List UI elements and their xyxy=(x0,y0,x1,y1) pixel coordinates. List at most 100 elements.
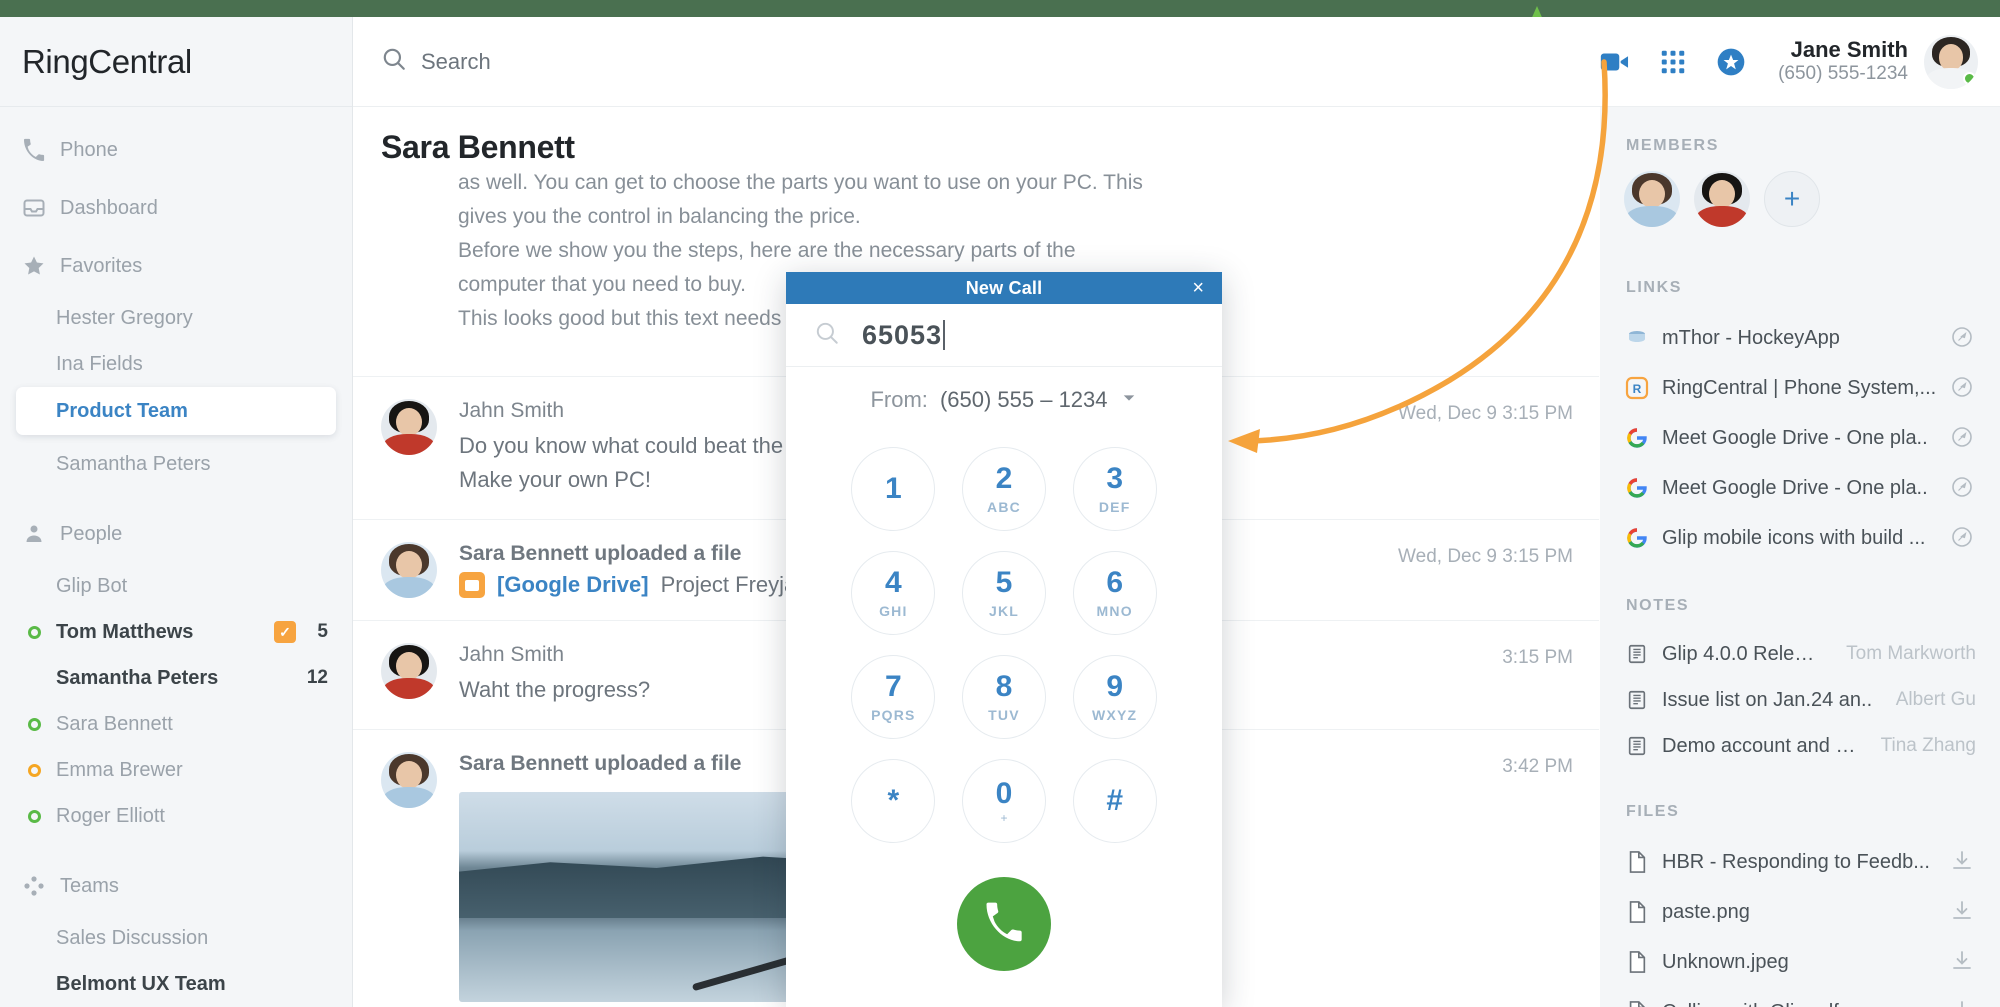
plus-icon: + xyxy=(1783,183,1801,214)
list-item[interactable]: Glip 4.0.0 Releas.. Tom Markworth xyxy=(1624,631,1976,677)
dialpad-digit: 0 xyxy=(995,776,1013,810)
sidebar-item-label: Samantha Peters xyxy=(56,666,219,689)
dialpad-letters: + xyxy=(1000,810,1008,825)
google-icon xyxy=(1624,525,1650,551)
list-item[interactable]: Meet Google Drive - One pla.. xyxy=(1624,413,1976,463)
dialpad-key-6[interactable]: 6 MNO xyxy=(1072,551,1157,635)
close-icon[interactable]: × xyxy=(1192,277,1204,299)
download-icon[interactable] xyxy=(1950,849,1976,875)
open-link-icon[interactable] xyxy=(1950,525,1976,551)
grid-apps-icon[interactable] xyxy=(1644,17,1702,107)
dialpad-key-9[interactable]: 9 WXYZ xyxy=(1072,655,1157,739)
sidebar-group-people[interactable]: People xyxy=(0,505,352,563)
excerpt-line: Before we show you the steps, here are t… xyxy=(458,239,1076,262)
link-label: mThor - HockeyApp xyxy=(1662,326,1840,349)
avatar[interactable] xyxy=(1624,171,1680,227)
video-camera-icon[interactable] xyxy=(1586,17,1644,107)
sidebar-item-product-team[interactable]: Product Team xyxy=(16,387,336,435)
download-icon[interactable] xyxy=(1950,949,1976,975)
download-icon[interactable] xyxy=(1950,999,1976,1007)
presence-away-icon xyxy=(28,763,41,777)
list-item[interactable]: mThor - HockeyApp xyxy=(1624,313,1976,363)
sidebar-item-glip-bot[interactable]: Glip Bot xyxy=(0,563,352,609)
note-label: Demo account and b... xyxy=(1662,734,1859,757)
sidebar-item-emma-brewer[interactable]: Emma Brewer xyxy=(0,747,352,793)
list-item[interactable]: paste.png xyxy=(1624,887,1976,937)
sidebar-item-phone[interactable]: Phone xyxy=(0,121,352,179)
sidebar-item-label: Sales Discussion xyxy=(56,926,209,949)
excerpt-line: as well. You can get to choose the parts… xyxy=(458,171,1143,194)
dialpad-key-star[interactable]: * xyxy=(851,759,936,843)
list-item[interactable]: Demo account and b... Tina Zhang xyxy=(1624,723,1976,769)
sidebar-item-tom-matthews[interactable]: Tom Matthews ✓ 5 xyxy=(0,609,352,655)
sidebar-item-belmont-ux-team[interactable]: Belmont UX Team xyxy=(0,961,352,1007)
avatar[interactable] xyxy=(1924,35,1978,89)
avatar[interactable] xyxy=(1694,171,1750,227)
add-circle-icon[interactable] xyxy=(1702,17,1760,107)
dialpad-key-1[interactable]: 1 xyxy=(851,447,936,531)
dialpad-key-5[interactable]: 5 JKL xyxy=(961,551,1046,635)
add-member-button[interactable]: + xyxy=(1764,171,1820,227)
list-item[interactable]: Unknown.jpeg xyxy=(1624,937,1976,987)
note-author: Tina Zhang xyxy=(1880,735,1976,756)
call-icon xyxy=(983,901,1025,948)
dialpad-key-2[interactable]: 2 ABC xyxy=(961,447,1046,531)
link-label: Glip mobile icons with build ... xyxy=(1662,526,1926,549)
sidebar-item-ina-fields[interactable]: Ina Fields xyxy=(0,341,352,387)
download-icon[interactable] xyxy=(1950,899,1976,925)
open-link-icon[interactable] xyxy=(1950,425,1976,451)
sidebar-group-favorites[interactable]: Favorites xyxy=(0,237,352,295)
open-link-icon[interactable] xyxy=(1950,475,1976,501)
open-link-icon[interactable] xyxy=(1950,325,1976,351)
sidebar-item-sales-discussion[interactable]: Sales Discussion xyxy=(0,915,352,961)
dialpad-key-4[interactable]: 4 GHI xyxy=(851,551,936,635)
dialpad-letters: GHI xyxy=(879,602,908,619)
dialpad-key-0[interactable]: 0 + xyxy=(961,759,1046,843)
sidebar-group-teams[interactable]: Teams xyxy=(0,857,352,915)
brand-logo[interactable]: RingCentral xyxy=(0,17,352,107)
sidebar-item-label: Tom Matthews xyxy=(56,620,194,643)
from-number-selector[interactable]: From: (650) 555 – 1234 xyxy=(786,367,1222,433)
sidebar-item-label: Sara Bennett xyxy=(56,712,173,735)
list-item[interactable]: Calling with Glip.pdf xyxy=(1624,987,1976,1007)
list-item[interactable]: Meet Google Drive - One pla.. xyxy=(1624,463,1976,513)
list-item[interactable]: R RingCentral | Phone System,... xyxy=(1624,363,1976,413)
call-button[interactable] xyxy=(957,877,1051,971)
search-placeholder-label: Search xyxy=(421,48,491,74)
unread-count: 12 xyxy=(306,667,328,688)
dialpad-digit: * xyxy=(887,784,900,817)
new-call-dialog[interactable]: New Call × 65053 From: (650) 555 – 1234 … xyxy=(786,272,1222,1007)
dialpad-digit: # xyxy=(1106,784,1123,817)
sidebar-item-sara-bennett[interactable]: Sara Bennett xyxy=(0,701,352,747)
dialpad-key-3[interactable]: 3 DEF xyxy=(1072,447,1157,531)
google-icon xyxy=(1624,425,1650,451)
sidebar-item-samantha-peters[interactable]: Samantha Peters 12 xyxy=(0,655,352,701)
dialpad-letters: MNO xyxy=(1096,602,1133,619)
sidebar-item-label: Product Team xyxy=(56,399,188,422)
chevron-down-icon xyxy=(1120,387,1138,413)
dialpad-key-hash[interactable]: # xyxy=(1072,759,1157,843)
phone-number-input[interactable]: 65053 xyxy=(786,304,1222,367)
list-item[interactable]: HBR - Responding to Feedb... xyxy=(1624,837,1976,887)
sidebar-item-hester-gregory[interactable]: Hester Gregory xyxy=(0,295,352,341)
people-icon xyxy=(22,522,52,546)
files-section-title: FILES xyxy=(1626,803,1680,820)
sidebar-item-badges: 12 xyxy=(306,667,328,689)
sidebar-item-badges: ✓ 5 xyxy=(274,621,328,643)
link-label: Meet Google Drive - One pla.. xyxy=(1662,426,1928,449)
dialpad-key-8[interactable]: 8 TUV xyxy=(961,655,1046,739)
open-link-icon[interactable] xyxy=(1950,375,1976,401)
sidebar-item-samantha-peters-fav[interactable]: Samantha Peters xyxy=(0,441,352,487)
sidebar-item-roger-elliott[interactable]: Roger Elliott xyxy=(0,793,352,839)
current-user[interactable]: Jane Smith (650) 555-1234 xyxy=(1778,35,1978,89)
dialpad-digit: 8 xyxy=(995,669,1013,703)
search-input[interactable]: Search xyxy=(381,46,491,77)
unread-count: 5 xyxy=(317,621,328,642)
list-item[interactable]: Glip mobile icons with build ... xyxy=(1624,513,1976,563)
avatar xyxy=(381,643,437,699)
dialpad-key-7[interactable]: 7 PQRS xyxy=(851,655,936,739)
sidebar-item-dashboard[interactable]: Dashboard xyxy=(0,179,352,237)
list-item[interactable]: Issue list on Jan.24 an.. Albert Gu xyxy=(1624,677,1976,723)
